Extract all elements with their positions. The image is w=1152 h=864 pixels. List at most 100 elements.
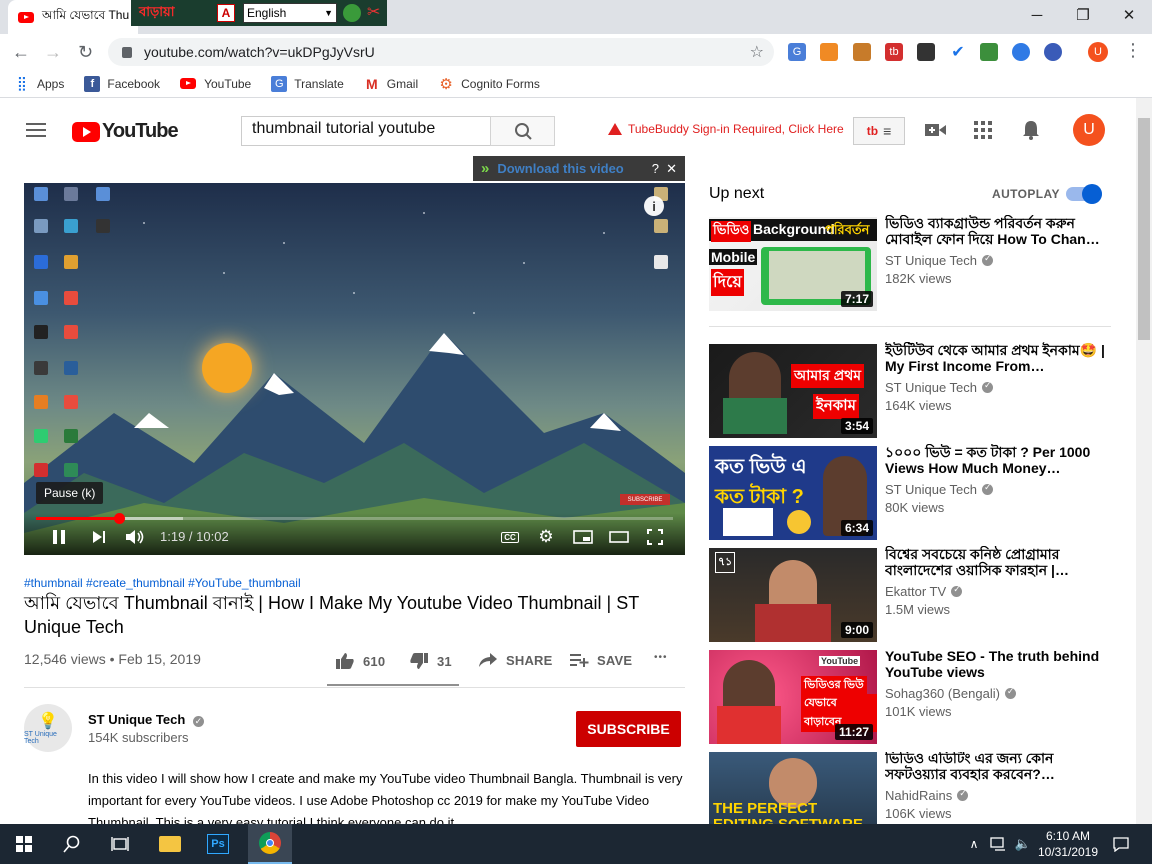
search-button[interactable] — [490, 116, 555, 146]
recommended-video[interactable]: আমার প্রথম ইনকাম 3:54 ইউটিউব থেকে আমার প… — [709, 342, 1111, 438]
map-ext-icon[interactable] — [980, 43, 998, 61]
bookmark-facebook[interactable]: f Facebook — [84, 75, 160, 92]
video-channel[interactable]: ST Unique Tech — [885, 482, 994, 497]
menu-dots-icon[interactable]: ⋮ — [1124, 40, 1142, 61]
download-video-label[interactable]: Download this video — [497, 161, 623, 176]
progress-scrubber[interactable] — [114, 513, 125, 524]
maximize-button[interactable]: ❐ — [1060, 0, 1106, 30]
blue-ext-icon[interactable] — [1012, 43, 1030, 61]
subscribe-button[interactable]: SUBSCRIBE — [576, 711, 681, 747]
recommended-video[interactable]: ভিডিও Background পরিবর্তন Mobile দিয়ে 7… — [709, 215, 1111, 311]
miniplayer-button[interactable] — [572, 527, 594, 547]
close-ime-icon[interactable]: ✂ — [367, 2, 380, 22]
video-title[interactable]: ভিডিও ব্যাকগ্রাউন্ড পরিবর্তন করুন মোবাইল… — [885, 215, 1105, 247]
settings-button[interactable]: ⚙ — [536, 527, 556, 547]
share-button[interactable]: SHARE — [478, 652, 553, 668]
system-clock[interactable]: 6:10 AM 10/31/2019 — [1036, 828, 1100, 860]
captions-button[interactable]: CC — [500, 527, 520, 547]
action-center-button[interactable] — [1104, 824, 1138, 864]
recommended-video[interactable]: THE PERFECT EDITING SOFTWARE ভিডিও এডিটি… — [709, 752, 1111, 824]
video-thumbnail[interactable]: ভিডিও Background পরিবর্তন Mobile দিয়ে 7… — [709, 217, 877, 311]
channel-avatar[interactable]: 💡 ST Unique Tech — [24, 704, 72, 752]
tubebuddy-ext-icon[interactable]: tb — [885, 43, 903, 61]
video-channel[interactable]: ST Unique Tech — [885, 253, 994, 268]
recommended-video[interactable]: কত ভিউ এ কত টাকা ? 6:34 ১০০০ ভিউ = কত টা… — [709, 444, 1111, 540]
dislike-button[interactable]: 31 — [409, 652, 452, 670]
save-button[interactable]: SAVE — [569, 652, 632, 668]
video-thumbnail[interactable]: ৭১ 9:00 — [709, 548, 877, 642]
user-ext-icon[interactable] — [1044, 43, 1062, 61]
video-channel[interactable]: NahidRains — [885, 788, 969, 803]
theater-mode-button[interactable] — [608, 527, 630, 547]
like-button[interactable]: 610 — [335, 652, 385, 670]
recommended-video[interactable]: YouTube ভিডিওর ভিউ যেভাবে বাড়াবেন 11:27… — [709, 648, 1111, 744]
start-button[interactable] — [0, 824, 48, 864]
reload-icon[interactable]: ↻ — [78, 42, 93, 63]
video-thumbnail[interactable]: THE PERFECT EDITING SOFTWARE — [709, 752, 877, 824]
task-view-button[interactable] — [96, 824, 144, 864]
apps-icon[interactable] — [971, 118, 995, 142]
notifications-bell-icon[interactable] — [1019, 118, 1043, 142]
tubebuddy-menu-button[interactable]: tb ≡ — [853, 117, 905, 145]
video-thumbnail[interactable]: আমার প্রথম ইনকাম 3:54 — [709, 344, 877, 438]
video-thumbnail[interactable]: YouTube ভিডিওর ভিউ যেভাবে বাড়াবেন 11:27 — [709, 650, 877, 744]
video-title[interactable]: ১০০০ ভিউ = কত টাকা ? Per 1000 Views How … — [885, 444, 1105, 476]
next-button[interactable] — [90, 527, 108, 547]
pause-button[interactable] — [50, 527, 68, 547]
video-title[interactable]: ভিডিও এডিটিং এর জন্য কোন সফটওয়্যার ব্যব… — [885, 752, 1105, 782]
autoplay-toggle[interactable] — [1066, 184, 1102, 204]
search-taskbar-button[interactable] — [48, 824, 96, 864]
volume-button[interactable] — [124, 527, 146, 547]
video-channel[interactable]: Ekattor TV — [885, 584, 963, 599]
adobe-icon[interactable]: A — [217, 4, 235, 22]
tubebuddy-warning[interactable]: TubeBuddy Sign-in Required, Click Here — [608, 122, 844, 136]
translate-ext-icon[interactable]: G — [788, 43, 806, 61]
bookmark-translate[interactable]: G Translate — [271, 75, 344, 92]
file-explorer-button[interactable] — [148, 824, 192, 864]
download-video-bar[interactable]: » Download this video ? ✕ — [473, 156, 685, 181]
page-scrollbar[interactable] — [1136, 98, 1152, 824]
bookmark-youtube[interactable]: YouTube — [180, 77, 251, 91]
tray-chevron-icon[interactable]: ∧ — [964, 824, 984, 864]
address-bar[interactable]: youtube.com/watch?v=ukDPgJyVsrU ☆ — [108, 38, 774, 66]
subscribe-watermark[interactable]: SUBSCRIBE — [620, 494, 670, 505]
cube-ext-icon[interactable] — [917, 43, 935, 61]
download-help-button[interactable]: ? — [652, 161, 659, 176]
bookmark-apps[interactable]: ⣿ Apps — [14, 75, 65, 92]
bookmark-star-icon[interactable]: ☆ — [750, 42, 764, 62]
video-channel[interactable]: Sohag360 (Bengali) — [885, 686, 1016, 701]
photoshop-button[interactable]: Ps — [196, 824, 240, 864]
chrome-taskbar-button[interactable] — [248, 824, 292, 864]
hamburger-menu-icon[interactable] — [26, 123, 46, 137]
bookmark-gmail[interactable]: M Gmail — [364, 76, 418, 92]
forward-icon[interactable]: → — [44, 42, 62, 63]
back-icon[interactable]: ← — [12, 42, 30, 63]
minimize-button[interactable]: ─ — [1014, 0, 1060, 30]
ext-badge-icon[interactable] — [853, 43, 871, 61]
video-title[interactable]: YouTube SEO - The truth behind YouTube v… — [885, 648, 1105, 680]
language-select[interactable]: English ▼ — [243, 3, 337, 23]
video-thumbnail[interactable]: কত ভিউ এ কত টাকা ? 6:34 — [709, 446, 877, 540]
profile-avatar[interactable]: U — [1088, 42, 1108, 62]
youtube-logo[interactable]: YouTube — [72, 120, 179, 143]
close-window-button[interactable]: ✕ — [1106, 0, 1152, 30]
volume-tray-icon[interactable]: 🔈 — [1012, 824, 1034, 864]
more-actions-button[interactable]: ••• — [654, 652, 668, 663]
browser-tab[interactable]: আমি যেভাবে Thu — [8, 0, 138, 34]
channel-name[interactable]: ST Unique Tech ✓ — [88, 712, 204, 727]
recommended-video[interactable]: ৭১ 9:00 বিশ্বের সবচেয়ে কনিষ্ঠ প্রোগ্রাম… — [709, 546, 1111, 642]
video-channel[interactable]: ST Unique Tech — [885, 380, 994, 395]
video-player[interactable]: 1:19 / 10:02 CC ⚙ — [24, 183, 685, 555]
search-input[interactable]: thumbnail tutorial youtube — [241, 116, 491, 146]
video-title[interactable]: বিশ্বের সবচেয়ে কনিষ্ঠ প্রোগ্রামার বাংলা… — [885, 546, 1105, 578]
video-title[interactable]: ইউটিউব থেকে আমার প্রথম ইনকাম🤩 | My First… — [885, 342, 1105, 374]
office-ext-icon[interactable] — [820, 43, 838, 61]
info-card-button[interactable]: i — [644, 196, 664, 216]
bookmark-cognito-forms[interactable]: ⚙ Cognito Forms — [438, 76, 539, 93]
check-ext-icon[interactable]: ✔ — [949, 43, 967, 61]
network-icon[interactable] — [988, 824, 1010, 864]
download-close-button[interactable]: ✕ — [666, 161, 677, 177]
video-hashtags[interactable]: #thumbnail #create_thumbnail #YouTube_th… — [24, 576, 301, 590]
account-avatar[interactable]: U — [1073, 114, 1105, 146]
globe-icon[interactable] — [343, 4, 361, 22]
